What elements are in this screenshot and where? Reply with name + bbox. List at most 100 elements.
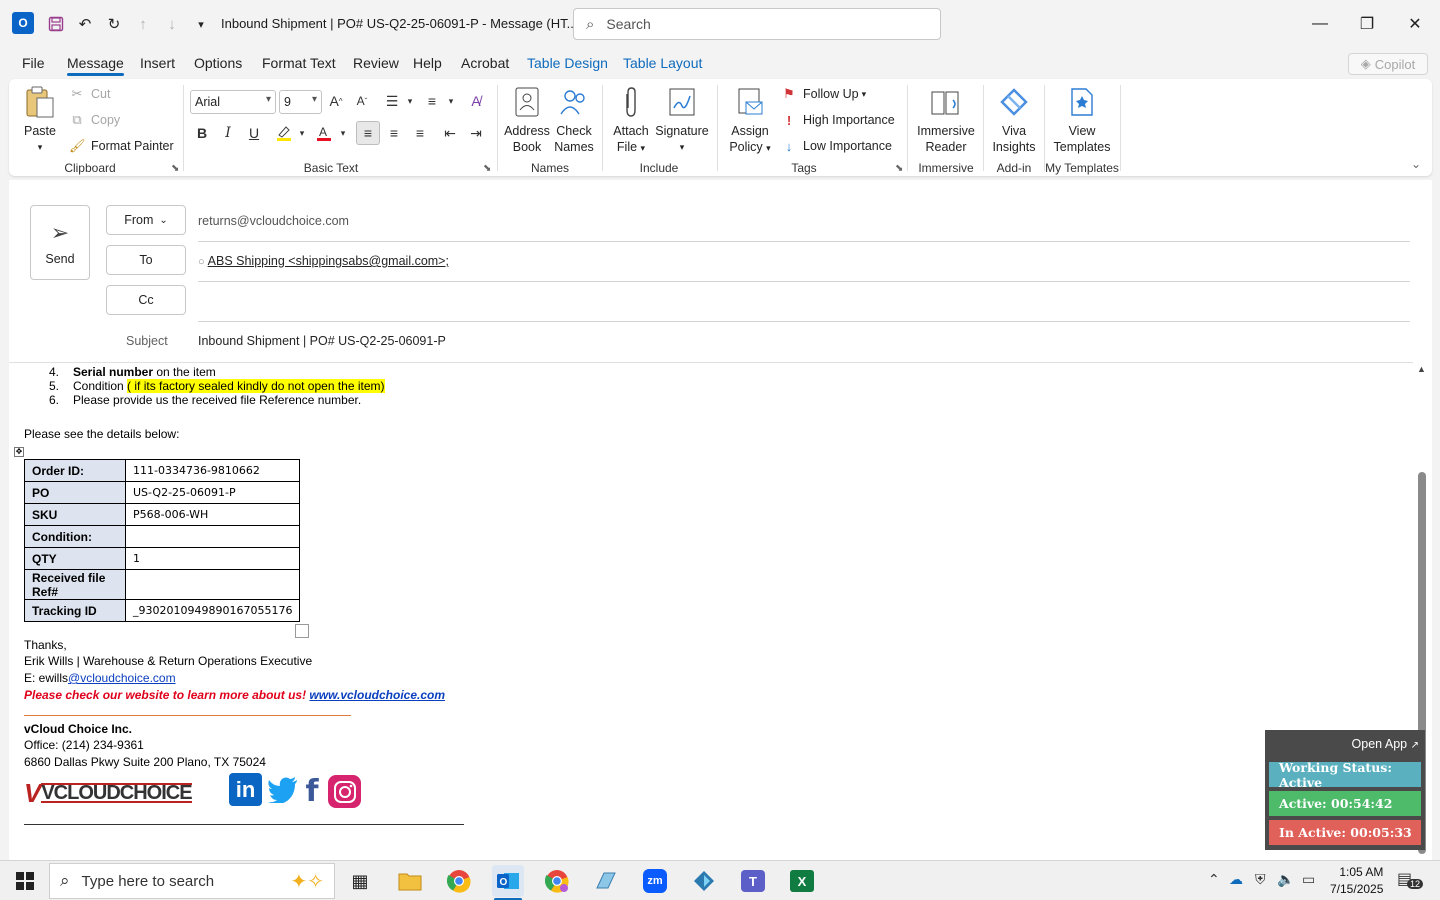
- table-value[interactable]: [124, 569, 301, 600]
- arrow-up-icon[interactable]: ↑: [129, 9, 157, 39]
- search-box[interactable]: ⌕ Search: [573, 8, 941, 40]
- zoom-icon[interactable]: zm: [639, 865, 671, 897]
- to-button[interactable]: To: [106, 245, 186, 275]
- onedrive-icon[interactable]: ☁: [1229, 871, 1243, 888]
- chrome-profile-icon[interactable]: [541, 865, 573, 897]
- chevron-down-icon[interactable]: ▾: [439, 89, 463, 113]
- subject-input[interactable]: Inbound Shipment | PO# US-Q2-25-06091-P: [198, 334, 446, 348]
- address-book-button[interactable]: Address Book: [503, 85, 551, 155]
- cut-button[interactable]: ✂ Cut: [69, 83, 111, 105]
- outlook-taskbar-icon[interactable]: O: [492, 865, 524, 897]
- taskbar-search[interactable]: ⌕ Type here to search ✦✧: [49, 863, 335, 899]
- cc-button[interactable]: Cc: [106, 285, 186, 315]
- table-value[interactable]: P568-006-WH: [124, 503, 301, 526]
- message-body[interactable]: 4. Serial number on the item 5. Condition …: [9, 362, 1413, 860]
- grow-font-icon[interactable]: A ^: [324, 89, 348, 113]
- security-icon[interactable]: ⛨: [1255, 871, 1266, 888]
- tab-table-design[interactable]: Table Design: [527, 55, 608, 71]
- tab-options[interactable]: Options: [194, 55, 242, 71]
- align-center-icon[interactable]: ≡: [382, 121, 406, 145]
- clear-formatting-icon[interactable]: A̸: [464, 89, 488, 113]
- customize-quick-access-icon[interactable]: ▾: [187, 9, 215, 39]
- chevron-down-icon[interactable]: ▾: [331, 121, 355, 145]
- tags-launcher-icon[interactable]: ⬊: [895, 163, 903, 174]
- immersive-reader-button[interactable]: Immersive Reader: [913, 85, 979, 155]
- tab-help[interactable]: Help: [413, 55, 442, 71]
- task-view-icon[interactable]: ▦: [344, 865, 376, 897]
- network-icon[interactable]: ▭: [1302, 871, 1315, 888]
- increase-indent-icon[interactable]: ⇥: [464, 121, 488, 145]
- to-recipient[interactable]: ○ ABS Shipping <shippingsabs@gmail.com>;: [198, 254, 449, 268]
- linkedin-icon[interactable]: in: [229, 773, 262, 806]
- open-app-button[interactable]: Open App ↗: [1352, 737, 1419, 751]
- check-names-button[interactable]: Check Names: [551, 85, 597, 155]
- paste-button[interactable]: Paste ▾: [23, 85, 57, 155]
- undo-icon[interactable]: ↶: [71, 9, 99, 39]
- volume-icon[interactable]: 🔈: [1277, 871, 1294, 888]
- minimize-button[interactable]: —: [1297, 8, 1343, 40]
- table-value[interactable]: [124, 525, 301, 548]
- table-value[interactable]: US-Q2-25-06091-P: [124, 481, 301, 504]
- save-icon[interactable]: [42, 9, 70, 39]
- align-left-icon[interactable]: ≡: [356, 121, 380, 145]
- tab-table-layout[interactable]: Table Layout: [623, 55, 702, 71]
- chevron-down-icon[interactable]: ▾: [290, 121, 314, 145]
- format-painter-button[interactable]: 🖌 Format Painter: [69, 135, 174, 157]
- tab-acrobat[interactable]: Acrobat: [461, 55, 509, 71]
- redo-icon[interactable]: ↻: [100, 9, 128, 39]
- chrome-icon[interactable]: [443, 865, 475, 897]
- underline-icon[interactable]: U: [242, 121, 266, 145]
- tab-insert[interactable]: Insert: [140, 55, 175, 71]
- teams-icon[interactable]: T: [737, 865, 769, 897]
- restore-button[interactable]: ❐: [1344, 8, 1390, 40]
- vpn-app-icon[interactable]: [688, 865, 720, 897]
- copy-button[interactable]: ⧉ Copy: [69, 109, 120, 131]
- viva-insights-button[interactable]: Viva Insights: [989, 85, 1039, 155]
- taskbar-clock[interactable]: 1:05 AM 7/15/2025: [1330, 864, 1383, 898]
- shrink-font-icon[interactable]: Aˇ: [350, 89, 374, 113]
- tab-file[interactable]: File: [22, 55, 45, 71]
- send-button[interactable]: ➢ Send: [30, 205, 90, 280]
- website-link[interactable]: www.vcloudchoice.com: [309, 688, 445, 702]
- view-templates-button[interactable]: View Templates: [1051, 85, 1113, 155]
- assign-policy-button[interactable]: Assign Policy ▾: [723, 85, 777, 156]
- align-right-icon[interactable]: ≡: [408, 121, 432, 145]
- excel-icon[interactable]: X: [786, 865, 818, 897]
- attach-file-button[interactable]: Attach File ▾: [609, 85, 653, 156]
- instagram-icon[interactable]: [328, 775, 361, 808]
- tab-message[interactable]: Message: [67, 55, 124, 76]
- chevron-down-icon[interactable]: ▾: [398, 89, 422, 113]
- table-resize-handle[interactable]: [295, 624, 309, 638]
- signature-button[interactable]: Signature ▾: [653, 85, 711, 155]
- app-launcher-icon[interactable]: [590, 865, 622, 897]
- file-explorer-icon[interactable]: [394, 865, 426, 897]
- notifications-icon[interactable]: ▤ 12: [1397, 869, 1424, 889]
- follow-up-button[interactable]: ⚑ Follow Up ▾: [781, 83, 866, 105]
- table-value[interactable]: _9302010949890167055176: [124, 599, 301, 622]
- low-importance-button[interactable]: ↓ Low Importance: [781, 135, 892, 157]
- clipboard-launcher-icon[interactable]: ⬊: [171, 163, 179, 174]
- decrease-indent-icon[interactable]: ⇤: [438, 121, 462, 145]
- basic-text-launcher-icon[interactable]: ⬊: [483, 163, 491, 174]
- table-value[interactable]: 111-0334736-9810662: [124, 459, 301, 482]
- show-hidden-icons-icon[interactable]: ⌃: [1208, 871, 1220, 888]
- email-link[interactable]: @vcloudchoice.com: [68, 671, 176, 685]
- tab-format-text[interactable]: Format Text: [262, 55, 336, 71]
- arrow-down-icon[interactable]: ↓: [158, 9, 186, 39]
- table-move-handle-icon[interactable]: ✥: [14, 447, 24, 457]
- table-value[interactable]: 1: [124, 547, 301, 570]
- font-size-combo[interactable]: 9 ▾: [279, 90, 322, 114]
- close-button[interactable]: ✕: [1392, 8, 1438, 40]
- from-button[interactable]: From ⌄: [106, 205, 186, 235]
- bold-icon[interactable]: B: [190, 121, 214, 145]
- italic-icon[interactable]: I: [216, 121, 240, 145]
- scroll-up-icon[interactable]: ▲: [1417, 364, 1426, 374]
- facebook-icon[interactable]: f: [301, 774, 323, 809]
- windows-start-icon[interactable]: [9, 865, 41, 897]
- font-name-combo[interactable]: Arial ▾: [190, 90, 276, 114]
- twitter-icon[interactable]: [267, 773, 299, 806]
- ribbon-collapse-icon[interactable]: ⌄: [1411, 157, 1421, 171]
- copilot-button[interactable]: ◈ Copilot: [1348, 53, 1428, 75]
- tab-review[interactable]: Review: [353, 55, 399, 71]
- high-importance-button[interactable]: ! High Importance: [781, 109, 895, 131]
